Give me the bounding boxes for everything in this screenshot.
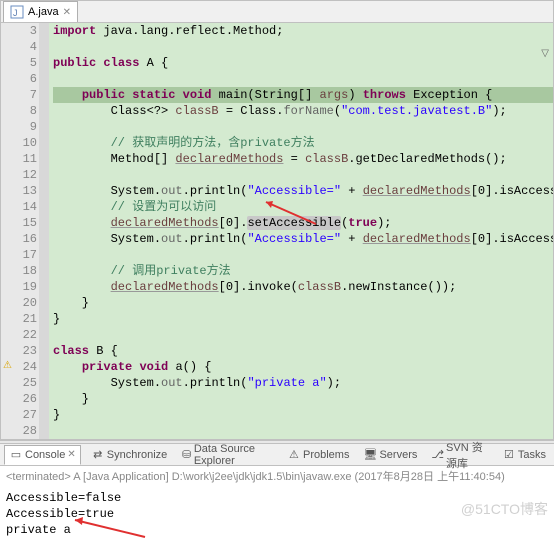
code-line[interactable]: declaredMethods[0].setAccessible(true); — [53, 215, 553, 231]
code-line[interactable] — [53, 39, 553, 55]
code-line[interactable]: class B { — [53, 343, 553, 359]
code-line[interactable]: // 获取声明的方法，含private方法 — [53, 135, 553, 151]
svn-icon: ⎇ — [431, 448, 444, 462]
code-area[interactable]: 3456789101112131415161718192021222324252… — [1, 23, 553, 439]
tasks-icon: ☑ — [502, 448, 516, 462]
close-icon[interactable]: ✕ — [63, 7, 71, 18]
console-line: private a — [6, 522, 548, 538]
editor-menu-icon[interactable]: ▽ — [541, 47, 549, 63]
code-line[interactable] — [53, 167, 553, 183]
code-line[interactable]: } — [53, 311, 553, 327]
tab-servers[interactable]: 🖥Servers — [359, 446, 421, 464]
code-line[interactable]: import java.lang.reflect.Method; — [53, 23, 553, 39]
close-icon[interactable]: ✕ — [67, 449, 75, 460]
code-content[interactable]: import java.lang.reflect.Method; public … — [49, 23, 553, 439]
code-line[interactable]: declaredMethods[0].invoke(classB.newInst… — [53, 279, 553, 295]
tab-servers-label: Servers — [379, 449, 417, 461]
tab-problems[interactable]: ⚠Problems — [283, 446, 353, 464]
code-line[interactable] — [53, 71, 553, 87]
code-line[interactable]: private void a() { — [53, 359, 553, 375]
sync-icon: ⇄ — [91, 448, 105, 462]
watermark: @51CTO博客 — [461, 499, 548, 519]
code-line[interactable]: public static void main(String[] args) t… — [53, 87, 553, 103]
line-number-gutter: 3456789101112131415161718192021222324252… — [1, 23, 49, 439]
code-line[interactable]: System.out.println("private a"); — [53, 375, 553, 391]
code-line[interactable]: // 调用private方法 — [53, 263, 553, 279]
tab-svn-label: SVN 资源库 — [446, 439, 488, 471]
code-line[interactable] — [53, 247, 553, 263]
code-line[interactable]: } — [53, 391, 553, 407]
code-line[interactable]: Method[] declaredMethods = classB.getDec… — [53, 151, 553, 167]
tab-tasks[interactable]: ☑Tasks — [498, 446, 550, 464]
tab-synchronize[interactable]: ⇄Synchronize — [87, 446, 172, 464]
editor-pane: J A.java ✕ 34567891011121314151617181920… — [0, 0, 554, 440]
bottom-panel: ▭Console✕ ⇄Synchronize ⛁Data Source Expl… — [0, 444, 554, 542]
code-line[interactable]: } — [53, 295, 553, 311]
code-line[interactable]: Class<?> classB = Class.forName("com.tes… — [53, 103, 553, 119]
code-line[interactable]: System.out.println("Accessible=" + decla… — [53, 183, 553, 199]
editor-tab-bar: J A.java ✕ — [1, 1, 553, 23]
tab-tasks-label: Tasks — [518, 449, 546, 461]
tab-sync-label: Synchronize — [107, 449, 168, 461]
editor-tab[interactable]: J A.java ✕ — [3, 1, 78, 22]
editor-tab-label: A.java — [28, 6, 59, 18]
bottom-tab-bar: ▭Console✕ ⇄Synchronize ⛁Data Source Expl… — [0, 444, 554, 466]
code-line[interactable]: public class A { — [53, 55, 553, 71]
db-icon: ⛁ — [181, 448, 192, 462]
problems-icon: ⚠ — [287, 448, 301, 462]
code-line[interactable]: } — [53, 407, 553, 423]
code-line[interactable]: System.out.println("Accessible=" + decla… — [53, 231, 553, 247]
tab-dse-label: Data Source Explorer — [194, 443, 273, 467]
code-line[interactable] — [53, 423, 553, 439]
tab-console-label: Console — [25, 449, 65, 461]
tab-console[interactable]: ▭Console✕ — [4, 445, 81, 465]
code-line[interactable] — [53, 119, 553, 135]
tab-data-source[interactable]: ⛁Data Source Explorer — [177, 441, 277, 469]
servers-icon: 🖥 — [363, 448, 377, 462]
code-line[interactable]: // 设置为可以访问 — [53, 199, 553, 215]
console-icon: ▭ — [9, 448, 23, 462]
tab-problems-label: Problems — [303, 449, 349, 461]
java-file-icon: J — [10, 5, 24, 19]
console-status: <terminated> A [Java Application] D:\wor… — [0, 466, 554, 486]
code-line[interactable] — [53, 327, 553, 343]
svg-text:J: J — [13, 8, 18, 18]
